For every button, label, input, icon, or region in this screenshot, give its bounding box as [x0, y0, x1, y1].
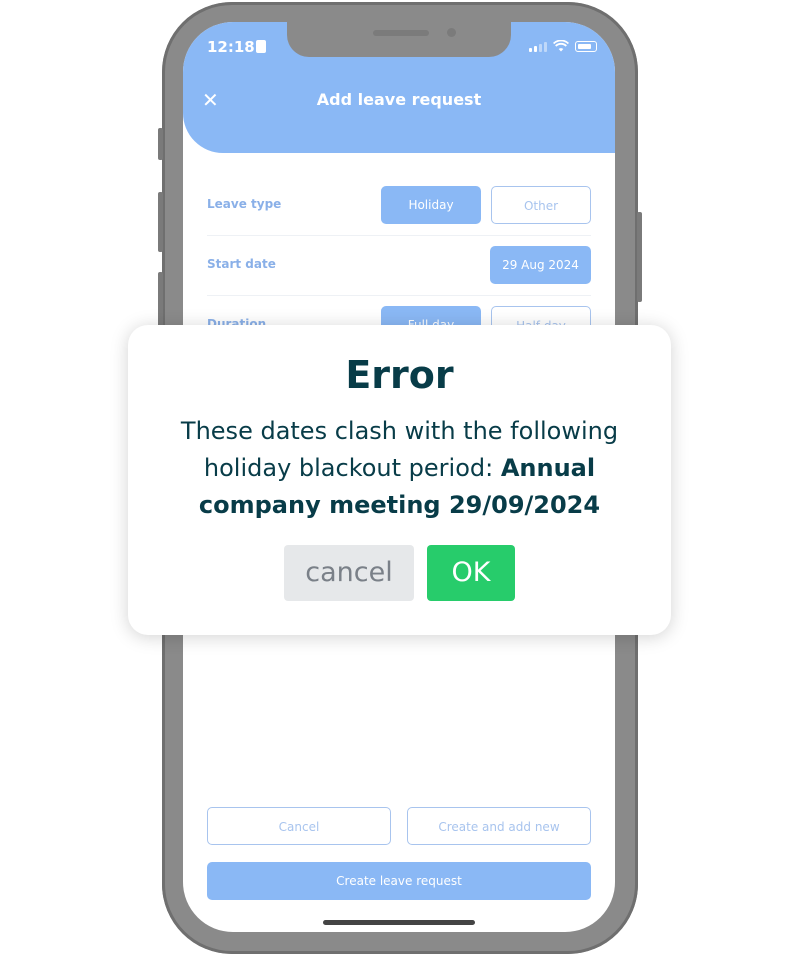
portrait-lock-icon	[256, 40, 266, 53]
leave-type-label: Leave type	[207, 197, 282, 211]
home-indicator[interactable]	[323, 920, 475, 925]
dialog-ok-button[interactable]: OK	[427, 545, 515, 601]
volume-down-button	[158, 272, 163, 332]
screen-header: 12:18 ✕ Add leave request	[183, 22, 615, 153]
start-date-row: Start date 29 Aug 2024	[207, 235, 591, 296]
start-date-picker[interactable]: 29 Aug 2024	[490, 246, 591, 284]
front-camera	[447, 28, 456, 37]
page-title: Add leave request	[316, 90, 482, 109]
cancel-button[interactable]: Cancel	[207, 807, 391, 845]
dialog-message: These dates clash with the following hol…	[158, 413, 641, 524]
volume-up-button	[158, 192, 163, 252]
dialog-cancel-button[interactable]: cancel	[284, 545, 414, 601]
signal-icon	[529, 41, 547, 52]
status-time: 12:18	[207, 38, 255, 56]
app-stage: 12:18 ✕ Add leave request Leave type Hol…	[0, 0, 800, 960]
create-leave-request-button[interactable]: Create leave request	[207, 862, 591, 900]
start-date-label: Start date	[207, 257, 276, 271]
phone-notch	[287, 22, 511, 57]
battery-icon	[575, 41, 597, 52]
speaker-grille	[373, 30, 429, 36]
leave-type-row: Leave type Holiday Other	[207, 175, 591, 236]
mute-switch	[158, 128, 163, 160]
status-icons	[529, 40, 597, 52]
create-and-add-new-button[interactable]: Create and add new	[407, 807, 591, 845]
power-button	[637, 212, 642, 302]
leave-type-other-button[interactable]: Other	[491, 186, 591, 224]
error-dialog: Error These dates clash with the followi…	[128, 325, 671, 635]
leave-type-holiday-button[interactable]: Holiday	[381, 186, 481, 224]
dialog-title: Error	[345, 353, 454, 397]
wifi-icon	[553, 40, 569, 52]
